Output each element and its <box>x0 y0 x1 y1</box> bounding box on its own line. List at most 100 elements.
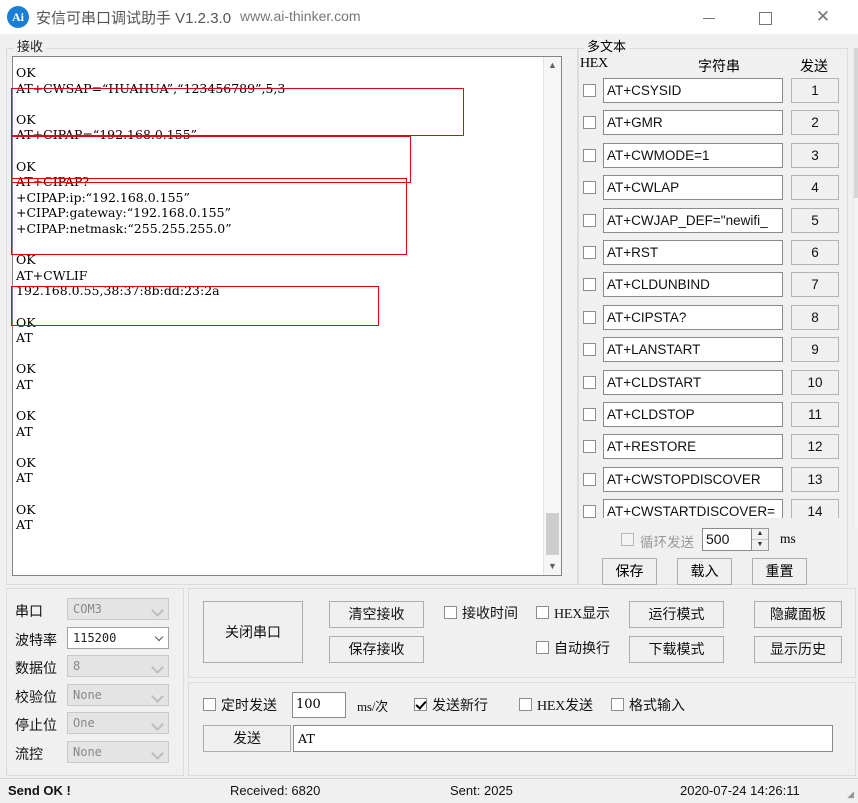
send-input[interactable]: AT <box>293 725 833 752</box>
send-command-button-6[interactable]: 6 <box>791 240 839 265</box>
serial-select-5[interactable]: None <box>67 740 169 763</box>
command-input-13[interactable]: AT+CWSTOPDISCOVER <box>603 466 783 492</box>
stepper-down-icon[interactable]: ▼ <box>752 540 768 550</box>
command-input-3[interactable]: AT+CWMODE=1 <box>603 142 783 168</box>
loop-unit-label: ms <box>780 531 796 546</box>
send-command-button-9[interactable]: 9 <box>791 337 839 363</box>
serial-select-4[interactable]: One <box>67 712 169 734</box>
recv-time-checkbox[interactable] <box>444 606 457 619</box>
multitext-row: AT+CWSTARTDISCOVER= 14 <box>578 499 846 518</box>
hex-checkbox-10[interactable] <box>583 375 596 389</box>
save-button[interactable]: 保存 <box>602 558 657 585</box>
hex-checkbox-11[interactable] <box>583 408 596 421</box>
status-message: Send OK ! <box>8 783 71 798</box>
hex-checkbox-13[interactable] <box>583 472 596 486</box>
control-group: 关闭串口 清空接收 保存接收 接收时间 HEX显示 自动换行 运行模式 下载模式… <box>188 588 856 678</box>
run-mode-button[interactable]: 运行模式 <box>629 601 724 628</box>
resize-grip-icon[interactable]: ◢ <box>847 789 854 800</box>
hex-checkbox-5[interactable] <box>583 213 596 227</box>
loop-send-checkbox[interactable] <box>621 533 634 546</box>
hex-checkbox-12[interactable] <box>583 440 596 454</box>
send-command-button-1[interactable]: 1 <box>791 78 839 103</box>
hex-checkbox-9[interactable] <box>583 343 596 357</box>
send-command-button-14[interactable]: 14 <box>791 499 839 518</box>
hex-checkbox-14[interactable] <box>583 505 596 518</box>
send-command-button-5[interactable]: 5 <box>791 207 839 233</box>
serial-row: 串口 COM3 <box>7 598 183 625</box>
status-sent: Sent: 2025 <box>450 783 513 798</box>
scroll-down-icon[interactable]: ▼ <box>544 558 561 575</box>
hex-checkbox-7[interactable] <box>583 278 596 292</box>
send-command-button-4[interactable]: 4 <box>791 175 839 201</box>
serial-select-2[interactable]: 8 <box>67 655 169 677</box>
loop-interval-stepper[interactable]: ▲ ▼ <box>752 528 769 551</box>
serial-row: 波特率 115200 <box>7 626 183 654</box>
send-button[interactable]: 发送 <box>203 725 291 752</box>
send-command-button-11[interactable]: 11 <box>791 402 839 427</box>
multitext-scrollbar[interactable] <box>853 48 858 528</box>
download-mode-button[interactable]: 下载模式 <box>629 636 724 663</box>
command-input-5[interactable]: AT+CWJAP_DEF="newifi_ <box>603 207 783 233</box>
show-history-button[interactable]: 显示历史 <box>754 636 842 663</box>
close-button[interactable]: ✕ <box>800 0 846 34</box>
auto-wrap-checkbox[interactable] <box>536 641 549 654</box>
format-input-checkbox[interactable] <box>611 698 624 711</box>
timer-interval-input[interactable]: 100 <box>292 692 346 718</box>
clear-receive-button[interactable]: 清空接收 <box>329 601 424 628</box>
command-input-1[interactable]: AT+CSYSID <box>603 78 783 103</box>
command-input-8[interactable]: AT+CIPSTA? <box>603 304 783 330</box>
command-input-4[interactable]: AT+CWLAP <box>603 175 783 201</box>
command-input-10[interactable]: AT+CLDSTART <box>603 369 783 395</box>
multitext-row: AT+CWMODE=1 3 <box>578 142 846 171</box>
minimize-button[interactable] <box>686 0 732 34</box>
scroll-up-icon[interactable]: ▲ <box>544 57 561 74</box>
send-command-button-8[interactable]: 8 <box>791 304 839 330</box>
receive-scrollbar[interactable]: ▲ ▼ <box>543 57 561 575</box>
hex-display-checkbox[interactable] <box>536 606 549 619</box>
send-command-button-10[interactable]: 10 <box>791 369 839 395</box>
hex-checkbox-2[interactable] <box>583 116 596 130</box>
chevron-down-icon <box>151 604 164 617</box>
send-newline-checkbox[interactable] <box>414 698 427 711</box>
command-input-7[interactable]: AT+CLDUNBIND <box>603 272 783 298</box>
send-command-button-7[interactable]: 7 <box>791 272 839 298</box>
hex-display-label: HEX显示 <box>554 607 610 622</box>
maximize-button[interactable] <box>742 0 788 34</box>
command-input-9[interactable]: AT+LANSTART <box>603 337 783 363</box>
send-command-button-2[interactable]: 2 <box>791 110 839 136</box>
hex-checkbox-1[interactable] <box>583 84 596 97</box>
multitext-row: AT+CLDSTART 10 <box>578 369 846 398</box>
receive-content: OK AT+CWSAP=“HUAHUA”,“123456789”,5,3 OK … <box>16 65 286 533</box>
hex-checkbox-3[interactable] <box>583 148 596 162</box>
receive-textarea[interactable]: OK AT+CWSAP=“HUAHUA”,“123456789”,5,3 OK … <box>12 56 562 576</box>
loop-interval-input[interactable]: 500 <box>702 528 752 551</box>
save-receive-button[interactable]: 保存接收 <box>329 636 424 663</box>
send-group: 定时发送 100 ms/次 发送新行 HEX发送 格式输入 发送 AT <box>188 682 856 776</box>
command-input-6[interactable]: AT+RST <box>603 240 783 265</box>
stepper-up-icon[interactable]: ▲ <box>752 529 768 539</box>
command-input-14[interactable]: AT+CWSTARTDISCOVER= <box>603 499 783 518</box>
hide-panel-button[interactable]: 隐藏面板 <box>754 601 842 628</box>
send-command-button-3[interactable]: 3 <box>791 142 839 168</box>
send-command-button-13[interactable]: 13 <box>791 466 839 492</box>
multitext-scrollbar-thumb[interactable] <box>854 48 858 198</box>
hex-send-checkbox[interactable] <box>519 698 532 711</box>
serial-label-0: 串口 <box>15 603 43 619</box>
hex-checkbox-8[interactable] <box>583 310 596 324</box>
command-input-2[interactable]: AT+GMR <box>603 110 783 136</box>
load-button[interactable]: 载入 <box>677 558 732 585</box>
send-command-button-12[interactable]: 12 <box>791 434 839 460</box>
chevron-down-icon <box>151 746 164 760</box>
close-port-button[interactable]: 关闭串口 <box>203 601 303 663</box>
reset-button[interactable]: 重置 <box>752 558 807 585</box>
serial-select-3[interactable]: None <box>67 683 169 706</box>
scrollbar-thumb[interactable] <box>546 513 559 555</box>
serial-select-0[interactable]: COM3 <box>67 598 169 620</box>
command-input-11[interactable]: AT+CLDSTOP <box>603 402 783 427</box>
timer-send-label: 定时发送 <box>221 697 277 713</box>
hex-checkbox-6[interactable] <box>583 246 596 259</box>
command-input-12[interactable]: AT+RESTORE <box>603 434 783 460</box>
serial-select-1[interactable]: 115200 <box>67 626 169 649</box>
hex-checkbox-4[interactable] <box>583 181 596 195</box>
timer-send-checkbox[interactable] <box>203 698 216 711</box>
